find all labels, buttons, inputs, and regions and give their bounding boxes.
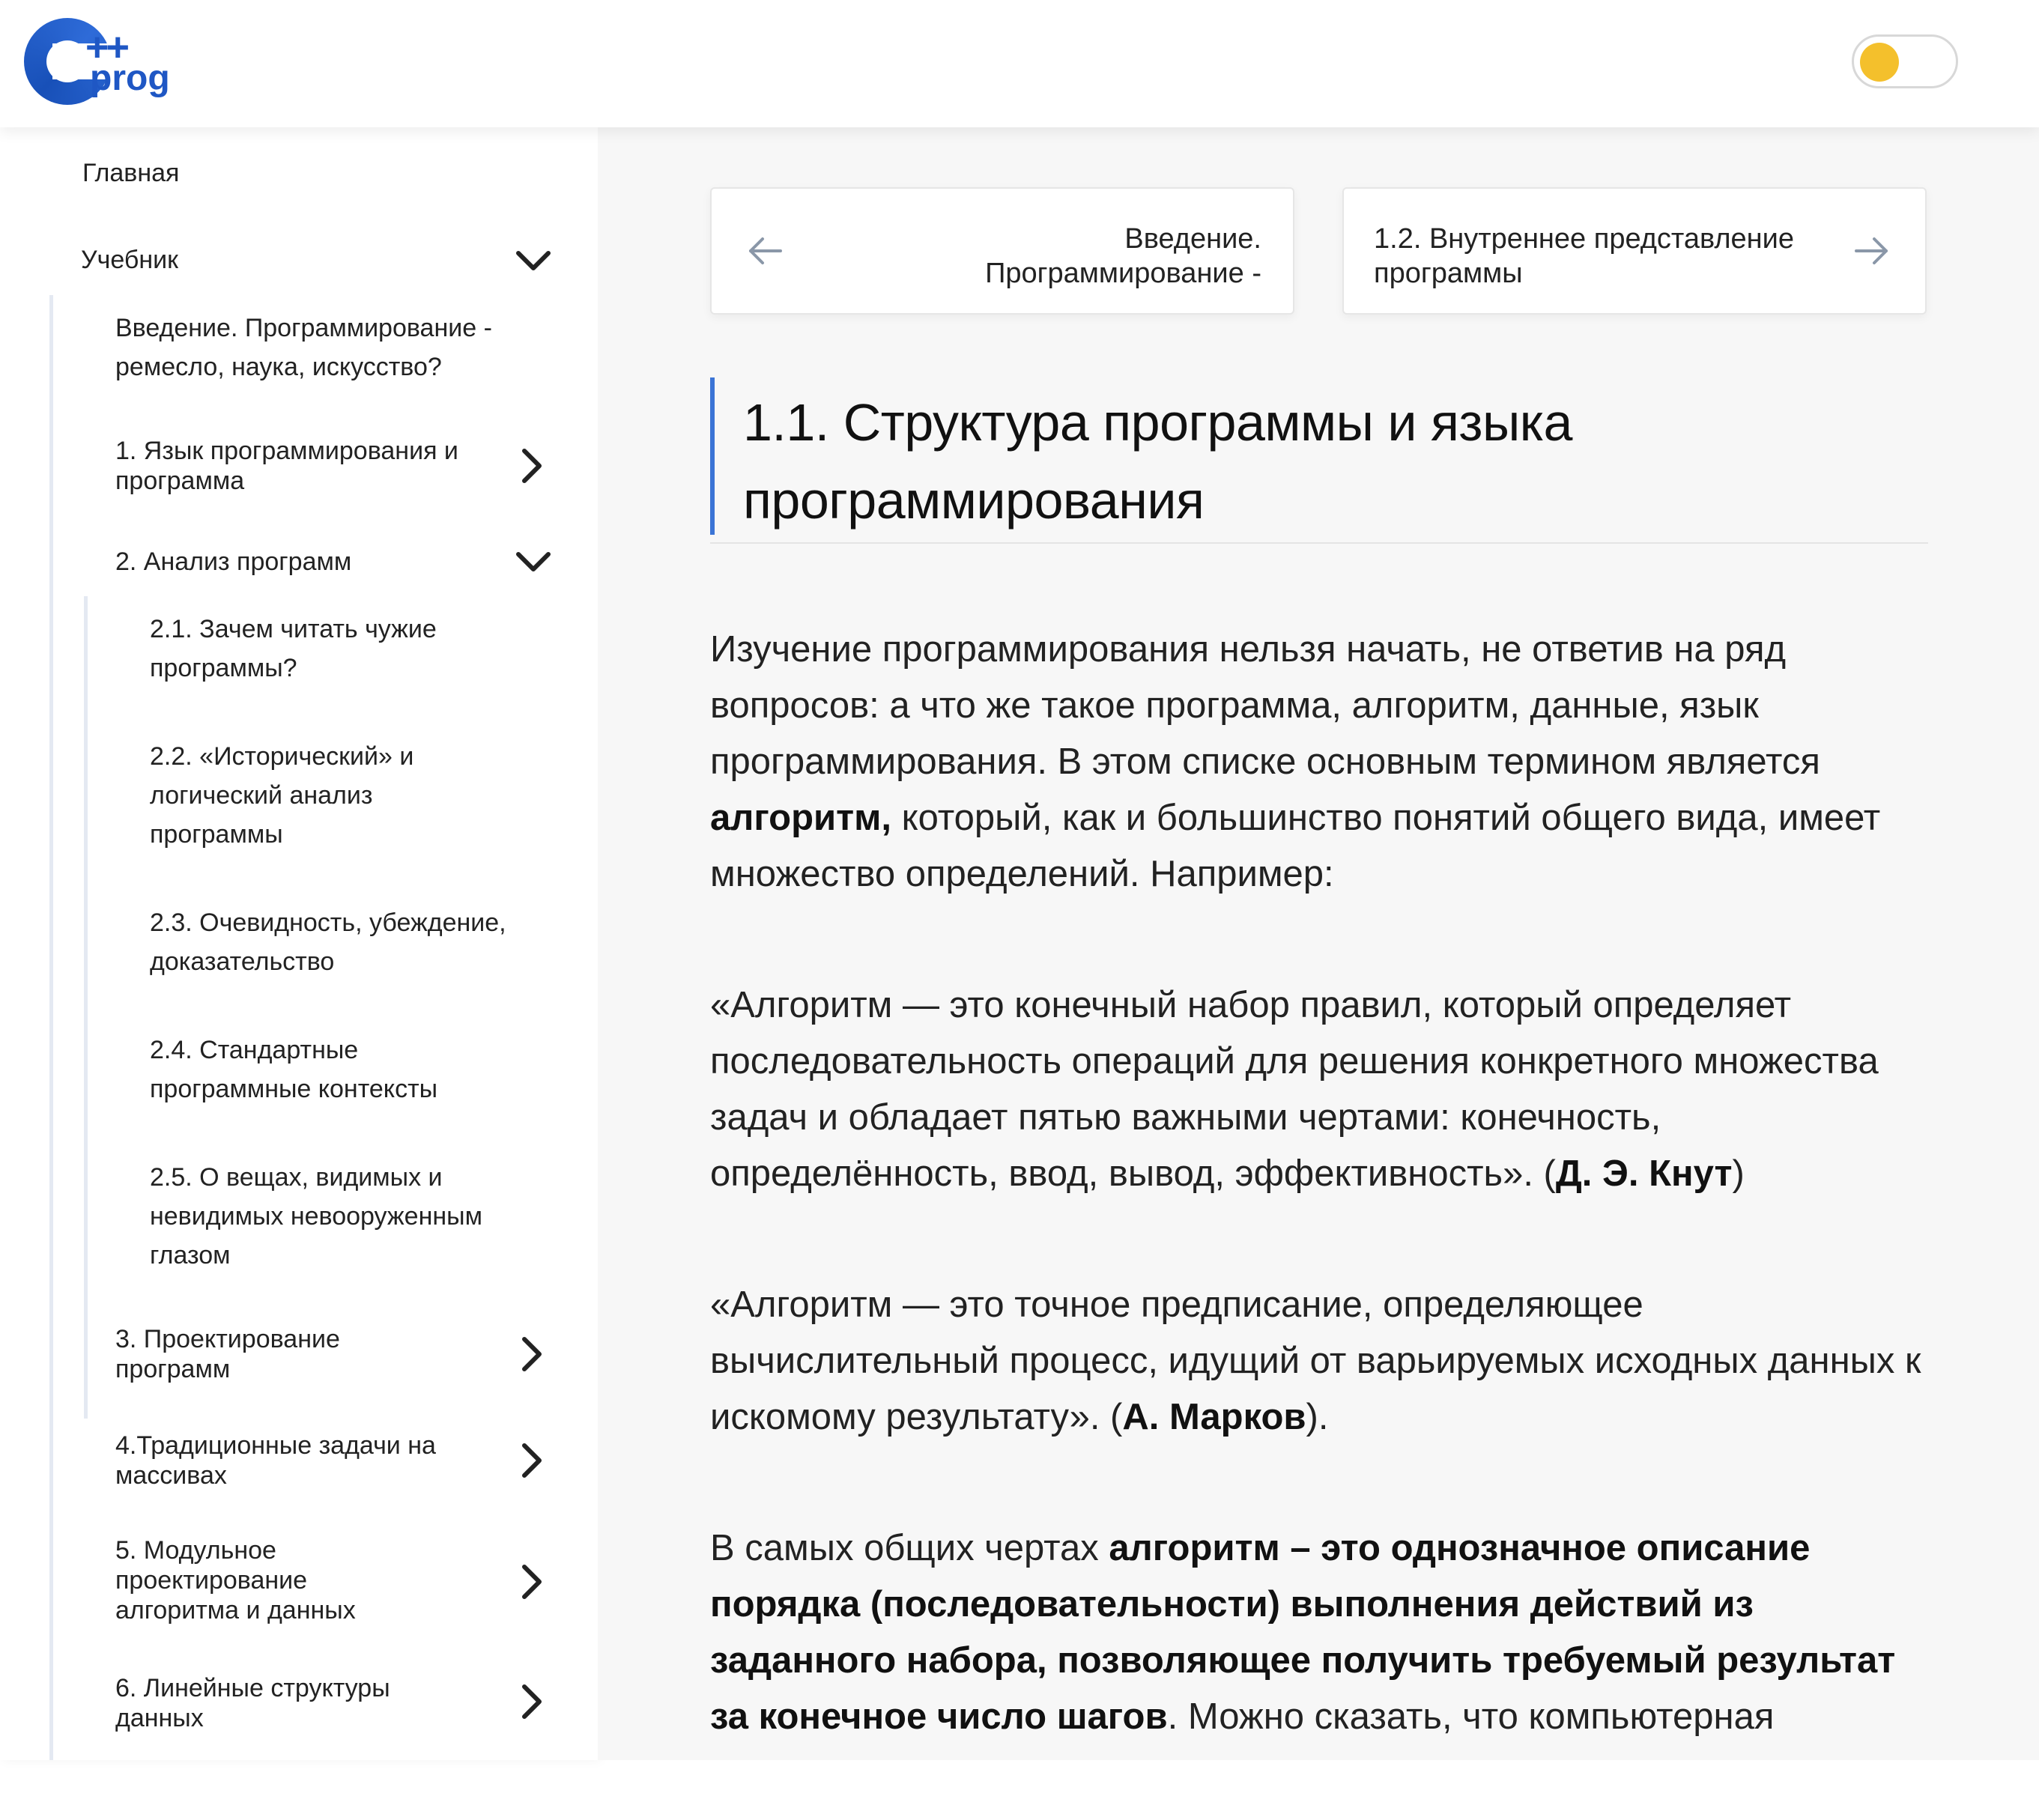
toggle-knob bbox=[1860, 43, 1899, 82]
chevron-right-icon[interactable] bbox=[511, 445, 553, 487]
chevron-right-icon[interactable] bbox=[511, 1561, 553, 1603]
chevron-down-icon[interactable] bbox=[512, 541, 554, 583]
quote-knuth: «Алгоритм — это конечный набор правил, к… bbox=[710, 985, 1879, 1194]
next-page-label: 1.2. Внутреннее представление программы bbox=[1374, 223, 1795, 289]
sidebar-item-chapter-1[interactable]: 1. Язык программирования и программа bbox=[115, 436, 490, 496]
submenu-guide-line bbox=[49, 295, 53, 1760]
chevron-down-icon[interactable] bbox=[512, 240, 554, 282]
sidebar-subitem-2-3[interactable]: 2.3. Очевидность, убеждение, доказательс… bbox=[150, 903, 554, 981]
site-logo[interactable]: ++ prog bbox=[24, 13, 181, 105]
sidebar-item-chapter-2[interactable]: 2. Анализ программ bbox=[115, 542, 490, 581]
article-paragraph: Изучение программирования нельзя начать,… bbox=[710, 629, 1881, 894]
sidebar-item-chapter-4[interactable]: 4.Традиционные задачи на массивах bbox=[115, 1431, 482, 1490]
article-body: Изучение программирования нельзя начать,… bbox=[710, 622, 1939, 1820]
sidebar-item-chapter-3[interactable]: 3. Проектирование программ bbox=[115, 1324, 430, 1384]
prev-page-link[interactable]: Введение. Программирование - bbox=[710, 187, 1294, 315]
sidebar-subitem-2-4[interactable]: 2.4. Стандартные программные контексты bbox=[150, 1031, 509, 1108]
submenu-guide-line bbox=[84, 596, 88, 1419]
title-accent-bar bbox=[710, 377, 715, 535]
sidebar: Главная Учебник Введение. Программирован… bbox=[0, 127, 598, 1760]
sidebar-item-intro[interactable]: Введение. Программирование - ремесло, на… bbox=[115, 309, 565, 386]
sidebar-item-home[interactable]: Главная bbox=[82, 159, 179, 188]
arrow-right-icon bbox=[1849, 228, 1894, 273]
chevron-right-icon[interactable] bbox=[511, 1440, 553, 1481]
logo-prog-text: prog bbox=[90, 58, 170, 98]
page-title: 1.1. Структура программы и языка програм… bbox=[743, 393, 1572, 530]
prev-page-label: Введение. Программирование - bbox=[985, 223, 1261, 289]
arrow-left-icon bbox=[743, 228, 788, 273]
chevron-right-icon[interactable] bbox=[511, 1681, 553, 1723]
sidebar-item-textbook[interactable]: Учебник bbox=[81, 246, 554, 283]
chevron-right-icon[interactable] bbox=[511, 1333, 553, 1375]
quote-markov: «Алгоритм — это точное предписание, опре… bbox=[710, 1284, 1921, 1437]
site-header: ++ prog bbox=[0, 0, 2039, 127]
page-title-block: 1.1. Структура программы и языка програм… bbox=[710, 377, 1928, 544]
sidebar-item-chapter-5[interactable]: 5. Модульное проектирование алгоритма и … bbox=[115, 1535, 430, 1625]
sidebar-subitem-2-5[interactable]: 2.5. О вещах, видимых и невидимых невоор… bbox=[150, 1158, 539, 1275]
sidebar-subitem-2-1[interactable]: 2.1. Зачем читать чужие программы? bbox=[150, 610, 539, 688]
sidebar-subitem-2-2[interactable]: 2.2. «Исторический» и логический анализ … bbox=[150, 737, 494, 854]
sidebar-item-label: Учебник bbox=[81, 246, 178, 274]
next-page-link[interactable]: 1.2. Внутреннее представление программы bbox=[1342, 187, 1927, 315]
theme-toggle[interactable] bbox=[1852, 34, 1958, 88]
article-paragraph-definition: В самых общих чертах алгоритм – это одно… bbox=[710, 1528, 1896, 1737]
sidebar-item-chapter-6[interactable]: 6. Линейные структуры данных bbox=[115, 1673, 445, 1733]
